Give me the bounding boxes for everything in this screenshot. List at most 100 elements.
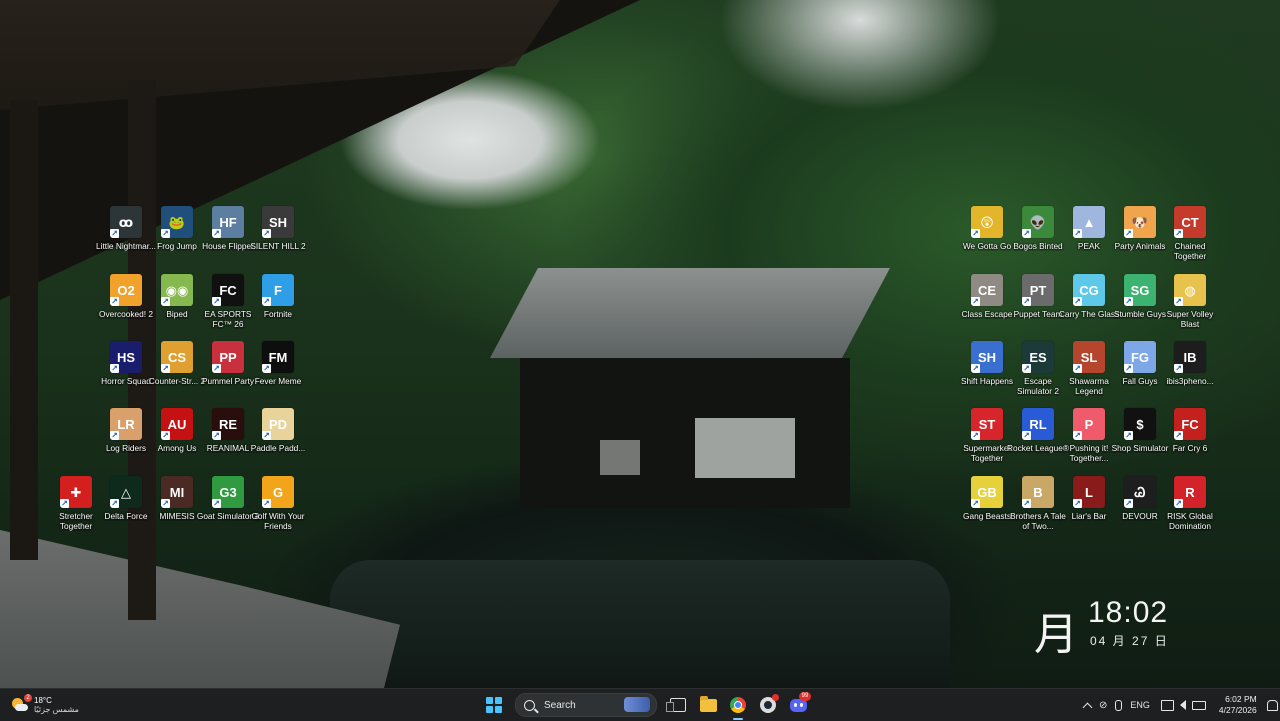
- desktop-shortcut[interactable]: CT ↗ Chained Together: [1160, 206, 1220, 270]
- input-language[interactable]: ENG: [1130, 693, 1150, 717]
- shortcut-arrow-icon: ↗: [262, 297, 271, 306]
- task-view-button[interactable]: [665, 692, 691, 718]
- app-glyph: GB: [977, 484, 997, 500]
- shortcut-arrow-icon: ↗: [262, 364, 271, 373]
- show-hidden-icons-button[interactable]: [1082, 693, 1093, 717]
- partly-sunny-icon: 2: [10, 694, 32, 714]
- shortcut-label: SILENT HILL 2: [250, 241, 306, 251]
- shortcut-arrow-icon: ↗: [971, 499, 980, 508]
- wallpaper-house-window: [695, 418, 795, 478]
- shortcut-arrow-icon: ↗: [212, 499, 221, 508]
- system-tray: ⊘ ENG 6:02 PM 4/27/2026: [1080, 693, 1278, 717]
- shortcut-arrow-icon: ↗: [1174, 499, 1183, 508]
- shortcut-arrow-icon: ↗: [971, 229, 980, 238]
- tray-app-icon[interactable]: ⊘: [1099, 693, 1107, 717]
- app-glyph: SG: [1130, 282, 1150, 298]
- app-icon: 🐶 ↗: [1124, 206, 1156, 238]
- clock-widget: 月 18:02 04 月 27 日: [1034, 596, 1194, 660]
- app-icon: O2 ↗: [110, 274, 142, 306]
- app-glyph: G: [272, 484, 284, 500]
- app-icon: RL ↗: [1022, 408, 1054, 440]
- app-glyph: FG: [1130, 349, 1150, 365]
- shortcut-arrow-icon: ↗: [60, 499, 69, 508]
- desktop-shortcut[interactable]: R ↗ RISK Global Domination: [1160, 476, 1220, 540]
- battery-icon: [1191, 700, 1206, 710]
- desktop-shortcut[interactable]: PD ↗ Paddle Padd...: [248, 408, 308, 472]
- app-glyph: PP: [219, 349, 237, 365]
- discord-button[interactable]: 99: [785, 692, 811, 718]
- shortcut-arrow-icon: ↗: [262, 499, 271, 508]
- shortcut-arrow-icon: ↗: [161, 431, 170, 440]
- microphone-button[interactable]: [1115, 693, 1123, 717]
- shortcut-arrow-icon: ↗: [110, 499, 119, 508]
- shortcut-arrow-icon: ↗: [1124, 364, 1133, 373]
- shortcut-arrow-icon: ↗: [1174, 364, 1183, 373]
- shortcut-arrow-icon: ↗: [1073, 499, 1082, 508]
- desktop-shortcut[interactable]: G ↗ Golf With Your Friends: [248, 476, 308, 540]
- app-icon: Ꮚ ↗: [1124, 476, 1156, 508]
- file-explorer-button[interactable]: [695, 692, 721, 718]
- app-icon: PT ↗: [1022, 274, 1054, 306]
- steam-notification-badge: [772, 694, 779, 701]
- app-icon: G3 ↗: [212, 476, 244, 508]
- shortcut-arrow-icon: ↗: [1022, 229, 1031, 238]
- app-icon: ✚ ↗: [60, 476, 92, 508]
- app-glyph: ▲: [1082, 214, 1096, 230]
- app-glyph: O2: [117, 282, 135, 298]
- desktop-shortcut[interactable]: F ↗ Fortnite: [248, 274, 308, 338]
- shortcut-arrow-icon: ↗: [1124, 431, 1133, 440]
- tray-clock[interactable]: 6:02 PM 4/27/2026: [1219, 694, 1257, 716]
- shortcut-arrow-icon: ↗: [212, 364, 221, 373]
- app-glyph: SL: [1080, 349, 1098, 365]
- app-glyph: IB: [1183, 349, 1197, 365]
- app-icon: CG ↗: [1073, 274, 1105, 306]
- desktop-shortcut[interactable]: SH ↗ SILENT HILL 2: [248, 206, 308, 270]
- quick-settings-button[interactable]: [1158, 693, 1209, 717]
- windows-icon: [486, 697, 502, 713]
- discord-badge: 99: [799, 692, 811, 701]
- clock-date: 04 月 27 日: [1090, 634, 1169, 648]
- shortcut-arrow-icon: ↗: [1174, 431, 1183, 440]
- app-icon: $ ↗: [1124, 408, 1156, 440]
- app-glyph: AU: [167, 416, 187, 432]
- app-icon: F ↗: [262, 274, 294, 306]
- shortcut-arrow-icon: ↗: [212, 297, 221, 306]
- app-glyph: Ꮚ: [1134, 484, 1146, 500]
- eye-off-icon: ⊘: [1099, 699, 1108, 711]
- chrome-button[interactable]: [725, 692, 751, 720]
- tray-time: 6:02 PM: [1225, 694, 1257, 704]
- app-glyph: FC: [1181, 416, 1199, 432]
- microphone-icon: [1115, 699, 1123, 711]
- shortcut-arrow-icon: ↗: [110, 229, 119, 238]
- app-icon: SG ↗: [1124, 274, 1156, 306]
- app-glyph: CG: [1079, 282, 1099, 298]
- steam-button[interactable]: [755, 692, 781, 718]
- weather-badge: 2: [24, 694, 32, 702]
- shortcut-arrow-icon: ↗: [971, 364, 980, 373]
- app-glyph: 👽: [1029, 214, 1047, 230]
- app-glyph: HF: [219, 214, 237, 230]
- shortcut-arrow-icon: ↗: [1124, 499, 1133, 508]
- desktop-shortcut[interactable]: ◍ ↗ Super Volley Blast: [1160, 274, 1220, 338]
- app-icon: SH ↗: [262, 206, 294, 238]
- app-glyph: RE: [218, 416, 238, 432]
- app-icon: PP ↗: [212, 341, 244, 373]
- app-glyph: 🐸: [168, 214, 186, 230]
- app-glyph: ST: [978, 416, 996, 432]
- clock-time: 18:02: [1088, 596, 1169, 629]
- app-glyph: ◉◉: [165, 282, 189, 298]
- notification-bell-icon[interactable]: [1266, 699, 1278, 711]
- shortcut-arrow-icon: ↗: [110, 364, 119, 373]
- desktop-shortcut[interactable]: FC ↗ Far Cry 6: [1160, 408, 1220, 472]
- app-icon: CE ↗: [971, 274, 1003, 306]
- weather-widget[interactable]: 2 18°C مشمس جزئيًا: [10, 693, 79, 717]
- start-button[interactable]: [481, 692, 507, 718]
- network-icon: [1160, 699, 1174, 711]
- desktop-shortcut[interactable]: FM ↗ Fever Meme: [248, 341, 308, 405]
- shortcut-arrow-icon: ↗: [1174, 297, 1183, 306]
- shortcut-label: Paddle Padd...: [250, 443, 306, 453]
- app-glyph: PT: [1029, 282, 1047, 298]
- search-input[interactable]: Search: [515, 693, 657, 717]
- desktop-shortcut[interactable]: IB ↗ ibis3pheno...: [1160, 341, 1220, 405]
- shortcut-arrow-icon: ↗: [1174, 229, 1183, 238]
